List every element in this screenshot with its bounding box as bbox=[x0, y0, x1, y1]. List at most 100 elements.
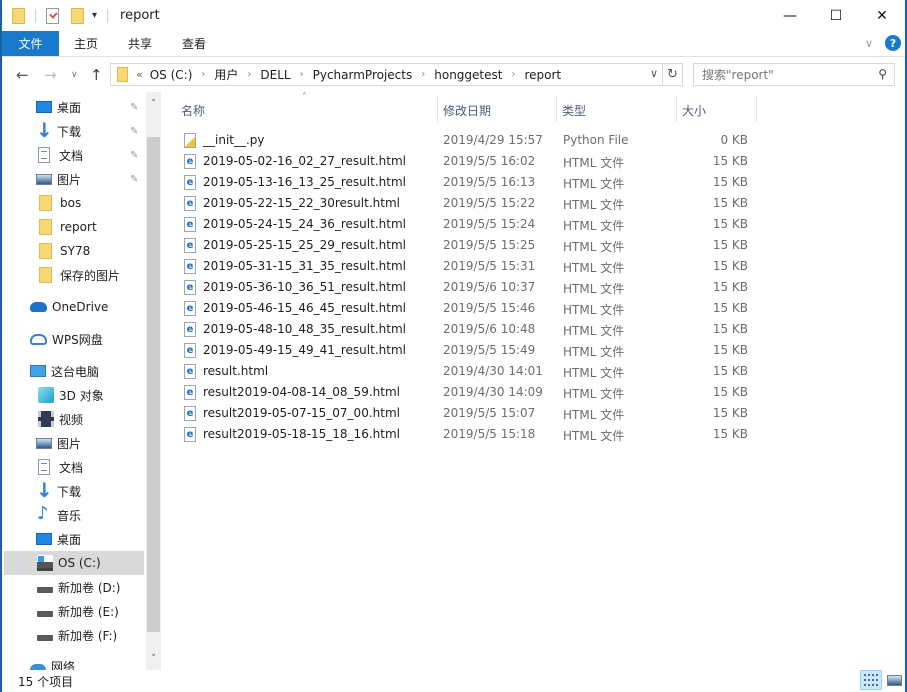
expand-ribbon-icon[interactable]: ∨ bbox=[865, 37, 873, 50]
tab-file[interactable]: 文件 bbox=[2, 31, 59, 56]
sidebar-item-report[interactable]: report bbox=[4, 215, 144, 239]
file-size: 15 KB bbox=[712, 238, 748, 252]
column-header-name[interactable]: 名称 bbox=[181, 102, 205, 119]
breadcrumb-item[interactable]: DELL bbox=[260, 68, 290, 82]
pin-icon: ✎ bbox=[130, 125, 139, 137]
sidebar-item-label: 新加卷 (D:) bbox=[58, 580, 121, 595]
column-header-size[interactable]: 大小 bbox=[682, 102, 706, 119]
new-folder-icon[interactable] bbox=[71, 7, 84, 24]
sidebar-item-pictures-pc[interactable]: 图片 bbox=[4, 431, 144, 455]
file-row[interactable]: e 2019-05-49-15_49_41_result.html 2019/5/5… bbox=[178, 340, 758, 361]
breadcrumb-overflow[interactable]: « bbox=[136, 68, 143, 81]
sidebar-item-this-pc[interactable]: 这台电脑 bbox=[4, 359, 144, 383]
scroll-down-button[interactable]: ˅ bbox=[146, 650, 161, 667]
sidebar-item-label: 3D 对象 bbox=[59, 388, 104, 403]
sidebar-item-label: OneDrive bbox=[52, 300, 109, 314]
sidebar-item-documents[interactable]: 文档 ✎ bbox=[4, 143, 144, 167]
column-divider[interactable] bbox=[676, 96, 677, 122]
address-dropdown-icon[interactable]: ∨ bbox=[650, 67, 658, 80]
file-row[interactable]: e 2019-05-48-10_48_35_result.html 2019/5/6… bbox=[178, 319, 758, 340]
breadcrumb-separator[interactable]: › bbox=[300, 69, 304, 80]
file-row[interactable]: e 2019-05-46-15_46_45_result.html 2019/5/5… bbox=[178, 298, 758, 319]
file-row[interactable]: e 2019-05-02-16_02_27_result.html 2019/5/5… bbox=[178, 151, 758, 172]
breadcrumb-item[interactable]: OS (C:) bbox=[150, 68, 193, 82]
column-header-type[interactable]: 类型 bbox=[562, 102, 586, 119]
sidebar-item-3d-objects[interactable]: 3D 对象 bbox=[4, 383, 144, 407]
breadcrumb-separator[interactable]: › bbox=[247, 69, 251, 80]
minimize-button[interactable]: — bbox=[767, 0, 813, 31]
column-divider[interactable] bbox=[756, 96, 757, 122]
breadcrumb-item[interactable]: honggetest bbox=[434, 68, 502, 82]
tab-view[interactable]: 查看 bbox=[167, 31, 221, 56]
sidebar-item-music[interactable]: 音乐 bbox=[4, 503, 144, 527]
column-header-date[interactable]: 修改日期 bbox=[443, 102, 491, 119]
html-file-icon: e bbox=[184, 196, 196, 211]
sidebar-item-downloads-pc[interactable]: 下载 bbox=[4, 478, 144, 503]
breadcrumb-separator[interactable]: › bbox=[421, 69, 425, 80]
sidebar-item-videos[interactable]: 视频 bbox=[4, 407, 144, 431]
properties-icon[interactable] bbox=[46, 7, 59, 24]
file-name: __init__.py bbox=[203, 133, 265, 147]
sidebar-item-network[interactable]: 网络 bbox=[4, 654, 144, 670]
file-row[interactable]: e result2019-05-18-15_18_16.html 2019/5/5 … bbox=[178, 424, 758, 445]
sidebar-item-pictures[interactable]: 图片 ✎ bbox=[4, 167, 144, 191]
details-view-button[interactable] bbox=[860, 670, 882, 690]
maximize-button[interactable]: ☐ bbox=[813, 0, 859, 31]
large-icons-view-button[interactable] bbox=[883, 670, 905, 690]
sidebar-item-desktop[interactable]: 桌面 ✎ bbox=[4, 95, 144, 119]
file-type: HTML 文件 bbox=[563, 303, 625, 317]
tab-home[interactable]: 主页 bbox=[59, 31, 113, 56]
file-row[interactable]: e 2019-05-13-16_13_25_result.html 2019/5/5… bbox=[178, 172, 758, 193]
sidebar-item-documents-pc[interactable]: 文档 bbox=[4, 455, 144, 479]
column-divider[interactable] bbox=[556, 96, 557, 122]
file-type: Python File bbox=[563, 133, 629, 147]
column-divider[interactable] bbox=[437, 96, 438, 122]
file-row[interactable]: e 2019-05-36-10_36_51_result.html 2019/5/6… bbox=[178, 277, 758, 298]
forward-button[interactable]: → bbox=[44, 66, 57, 84]
sidebar-item-os-c[interactable]: OS (C:) bbox=[4, 551, 144, 575]
sidebar-item-sy78[interactable]: SY78 bbox=[4, 239, 144, 263]
breadcrumb-item[interactable]: PycharmProjects bbox=[313, 68, 413, 82]
sidebar-scrollbar[interactable]: ˄ ˅ bbox=[146, 92, 161, 670]
sidebar-item-downloads[interactable]: 下载 ✎ bbox=[4, 118, 144, 143]
sidebar-item-drive-d[interactable]: 新加卷 (D:) bbox=[4, 575, 144, 599]
sidebar-item-wps[interactable]: WPS网盘 bbox=[4, 327, 144, 351]
sidebar-item-label: 视频 bbox=[59, 412, 84, 427]
file-row[interactable]: e result2019-04-08-14_08_59.html 2019/4/30… bbox=[178, 382, 758, 403]
customize-toolbar-icon[interactable]: ▾ bbox=[92, 10, 97, 21]
file-row[interactable]: e 2019-05-24-15_24_36_result.html 2019/5/5… bbox=[178, 214, 758, 235]
scroll-up-button[interactable]: ˄ bbox=[146, 95, 161, 112]
breadcrumb-item[interactable]: 用户 bbox=[214, 66, 238, 83]
breadcrumb-separator[interactable]: › bbox=[201, 69, 205, 80]
file-row[interactable]: e 2019-05-22-15_22_30result.html 2019/5/5 … bbox=[178, 193, 758, 214]
sidebar-item-saved-pictures[interactable]: 保存的图片 bbox=[4, 263, 144, 287]
file-row[interactable]: e 2019-05-25-15_25_29_result.html 2019/5/5… bbox=[178, 235, 758, 256]
html-file-icon: e bbox=[184, 280, 196, 295]
back-button[interactable]: ← bbox=[16, 66, 29, 84]
scrollbar-thumb[interactable] bbox=[147, 137, 160, 632]
sidebar-item-drive-f[interactable]: 新加卷 (F:) bbox=[4, 623, 144, 647]
up-button[interactable]: ↑ bbox=[90, 66, 103, 84]
file-size: 15 KB bbox=[712, 175, 748, 189]
file-row[interactable]: e 2019-05-31-15_31_35_result.html 2019/5/5… bbox=[178, 256, 758, 277]
help-icon[interactable]: ? bbox=[885, 35, 901, 51]
search-icon[interactable]: ⚲ bbox=[878, 67, 887, 81]
breadcrumb-separator[interactable]: › bbox=[511, 69, 515, 80]
sidebar-item-drive-e[interactable]: 新加卷 (E:) bbox=[4, 599, 144, 623]
file-date: 2019/5/5 15:31 bbox=[443, 259, 536, 273]
file-row[interactable]: __init__.py 2019/4/29 15:57 Python File 0 K… bbox=[178, 130, 758, 151]
file-row[interactable]: e result.html 2019/4/30 14:01 HTML 文件 15 KB bbox=[178, 361, 758, 382]
address-bar[interactable]: « OS (C:) › 用户 › DELL › PycharmProjects … bbox=[110, 63, 663, 86]
file-row[interactable]: e result2019-05-07-15_07_00.html 2019/5/5 … bbox=[178, 403, 758, 424]
sidebar-item-desktop-pc[interactable]: 桌面 bbox=[4, 527, 144, 551]
breadcrumb-item[interactable]: report bbox=[524, 68, 561, 82]
sidebar-item-onedrive[interactable]: OneDrive bbox=[4, 295, 144, 319]
close-button[interactable]: ✕ bbox=[859, 0, 905, 31]
search-input[interactable]: 搜索"report" ⚲ bbox=[693, 63, 895, 86]
refresh-button[interactable]: ↻ bbox=[663, 63, 683, 86]
picture-icon bbox=[36, 437, 52, 449]
recent-locations-button[interactable]: ∨ bbox=[71, 70, 78, 80]
html-file-icon: e bbox=[184, 322, 196, 337]
sidebar-item-bos[interactable]: bos bbox=[4, 191, 144, 215]
tab-share[interactable]: 共享 bbox=[113, 31, 167, 56]
